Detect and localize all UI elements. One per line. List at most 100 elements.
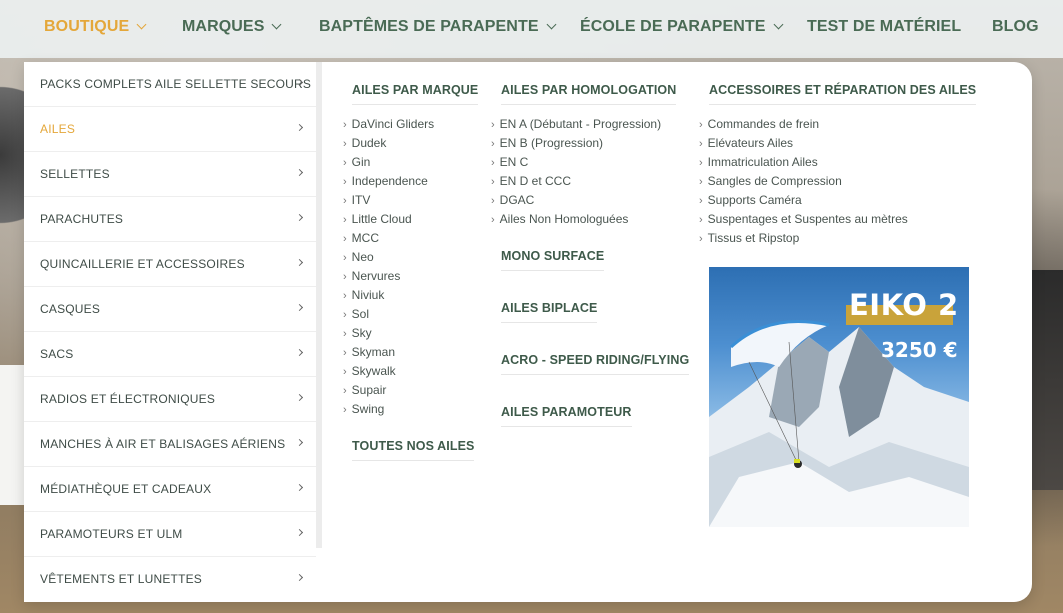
chevron-right-icon: › bbox=[343, 214, 347, 226]
category-label: PARACHUTES bbox=[40, 212, 124, 226]
homolog-item[interactable]: › Ailes Non Homologuées bbox=[491, 210, 661, 229]
chevron-right-icon: › bbox=[343, 385, 347, 397]
nav-boutique[interactable]: BOUTIQUE bbox=[44, 18, 147, 36]
category-mediatheque[interactable]: MÉDIATHÈQUE ET CADEAUX bbox=[24, 467, 316, 512]
brand-item[interactable]: › Swing bbox=[343, 400, 434, 419]
homolog-item[interactable]: › EN A (Débutant - Progression) bbox=[491, 115, 661, 134]
chevron-right-icon: › bbox=[699, 214, 703, 226]
brand-item[interactable]: › ITV bbox=[343, 191, 434, 210]
chevron-right-icon: › bbox=[343, 404, 347, 416]
promo-banner-eiko2[interactable]: EIKO 2 3250 € bbox=[709, 267, 969, 527]
brand-item[interactable]: › Sky bbox=[343, 324, 434, 343]
category-list: PACKS COMPLETS AILE SELLETTE SECOURS AIL… bbox=[24, 62, 316, 602]
chevron-right-icon: › bbox=[343, 157, 347, 169]
chevron-down-icon bbox=[272, 19, 282, 30]
brand-item[interactable]: › Neo bbox=[343, 248, 434, 267]
col-brand-title[interactable]: AILES PAR MARQUE bbox=[352, 83, 479, 105]
brand-item[interactable]: › Sol bbox=[343, 305, 434, 324]
homolog-item-label: DGAC bbox=[499, 193, 535, 207]
accessory-item[interactable]: › Commandes de frein bbox=[699, 115, 908, 134]
col-homolog-title[interactable]: AILES PAR HOMOLOGATION bbox=[501, 83, 677, 105]
chevron-right-icon bbox=[295, 528, 304, 537]
brand-list: › DaVinci Gliders › Dudek › Gin › Independen… bbox=[343, 115, 434, 419]
nav-test-materiel[interactable]: TEST DE MATÉRIEL bbox=[807, 18, 961, 36]
accessory-item[interactable]: › Elévateurs Ailes bbox=[699, 134, 908, 153]
accessory-item[interactable]: › Suspentages et Suspentes au mètres bbox=[699, 210, 908, 229]
chevron-right-icon: › bbox=[343, 328, 347, 340]
chevron-right-icon bbox=[295, 213, 304, 222]
accessory-item[interactable]: › Supports Caméra bbox=[699, 191, 908, 210]
accessory-item-label: Commandes de frein bbox=[707, 117, 820, 131]
category-packs[interactable]: PACKS COMPLETS AILE SELLETTE SECOURS bbox=[24, 62, 316, 107]
chevron-right-icon: › bbox=[699, 157, 703, 169]
accessory-item-label: Supports Caméra bbox=[707, 193, 802, 207]
category-vetements[interactable]: VÊTEMENTS ET LUNETTES bbox=[24, 557, 316, 602]
category-radios[interactable]: RADIOS ET ÉLECTRONIQUES bbox=[24, 377, 316, 422]
brand-item[interactable]: › Dudek bbox=[343, 134, 434, 153]
nav-boutique-label: BOUTIQUE bbox=[44, 18, 130, 35]
brand-item[interactable]: › Little Cloud bbox=[343, 210, 434, 229]
nav-ecole[interactable]: ÉCOLE DE PARAPENTE bbox=[580, 18, 783, 36]
homolog-list: › EN A (Débutant - Progression) › EN B (Pr… bbox=[491, 115, 661, 229]
all-wings-link[interactable]: TOUTES NOS AILES bbox=[352, 439, 475, 461]
chevron-right-icon: › bbox=[343, 347, 347, 359]
brand-item[interactable]: › Skyman bbox=[343, 343, 434, 362]
category-manches[interactable]: MANCHES À AIR ET BALISAGES AÉRIENS bbox=[24, 422, 316, 467]
col-accessories-title[interactable]: ACCESSOIRES ET RÉPARATION DES AILES bbox=[709, 83, 977, 105]
category-casques[interactable]: CASQUES bbox=[24, 287, 316, 332]
homolog-item[interactable]: › EN B (Progression) bbox=[491, 134, 661, 153]
chevron-right-icon: › bbox=[343, 366, 347, 378]
brand-item[interactable]: › DaVinci Gliders bbox=[343, 115, 434, 134]
brand-item[interactable]: › Supair bbox=[343, 381, 434, 400]
homolog-item[interactable]: › EN C bbox=[491, 153, 661, 172]
biplace-link[interactable]: AILES BIPLACE bbox=[501, 301, 598, 323]
chevron-right-icon: › bbox=[343, 233, 347, 245]
homolog-item-label: EN A (Débutant - Progression) bbox=[499, 117, 662, 131]
chevron-down-icon bbox=[773, 19, 783, 30]
promo-title: EIKO 2 bbox=[849, 288, 959, 322]
brand-item[interactable]: › Skywalk bbox=[343, 362, 434, 381]
nav-blog[interactable]: BLOG bbox=[992, 18, 1039, 36]
brand-item-label: Gin bbox=[351, 155, 371, 169]
category-label: AILES bbox=[40, 122, 76, 136]
brand-item[interactable]: › Gin bbox=[343, 153, 434, 172]
category-sacs[interactable]: SACS bbox=[24, 332, 316, 377]
paramoteur-link[interactable]: AILES PARAMOTEUR bbox=[501, 405, 632, 427]
homolog-item-label: Ailes Non Homologuées bbox=[499, 212, 629, 226]
brand-item[interactable]: › Nervures bbox=[343, 267, 434, 286]
accessory-item[interactable]: › Tissus et Ripstop bbox=[699, 229, 908, 248]
category-sellettes[interactable]: SELLETTES bbox=[24, 152, 316, 197]
chevron-right-icon: › bbox=[343, 176, 347, 188]
mono-surface-link[interactable]: MONO SURFACE bbox=[501, 249, 605, 271]
acro-link[interactable]: ACRO - SPEED RIDING/FLYING bbox=[501, 353, 690, 375]
category-scrollbar[interactable] bbox=[316, 62, 322, 548]
accessory-item-label: Suspentages et Suspentes au mètres bbox=[707, 212, 908, 226]
brand-item-label: Dudek bbox=[351, 136, 387, 150]
brand-item[interactable]: › Niviuk bbox=[343, 286, 434, 305]
accessory-item[interactable]: › Sangles de Compression bbox=[699, 172, 908, 191]
brand-item[interactable]: › MCC bbox=[343, 229, 434, 248]
category-quincaillerie[interactable]: QUINCAILLERIE ET ACCESSOIRES bbox=[24, 242, 316, 287]
nav-marques[interactable]: MARQUES bbox=[182, 18, 282, 36]
category-label: SACS bbox=[40, 347, 74, 361]
brand-item-label: Neo bbox=[351, 250, 374, 264]
brand-item-label: ITV bbox=[351, 193, 371, 207]
homolog-item-label: EN B (Progression) bbox=[499, 136, 604, 150]
brand-item[interactable]: › Independence bbox=[343, 172, 434, 191]
homolog-item[interactable]: › EN D et CCC bbox=[491, 172, 661, 191]
accessory-item-label: Tissus et Ripstop bbox=[707, 231, 800, 245]
accessory-item[interactable]: › Immatriculation Ailes bbox=[699, 153, 908, 172]
chevron-right-icon: › bbox=[343, 138, 347, 150]
category-label: PACKS COMPLETS AILE SELLETTE SECOURS bbox=[40, 77, 312, 91]
category-paramoteurs[interactable]: PARAMOTEURS ET ULM bbox=[24, 512, 316, 557]
category-label: PARAMOTEURS ET ULM bbox=[40, 527, 183, 541]
nav-baptemes[interactable]: BAPTÊMES DE PARAPENTE bbox=[319, 18, 557, 36]
top-navigation: BOUTIQUE MARQUES BAPTÊMES DE PARAPENTE É… bbox=[0, 0, 1063, 58]
category-label: MÉDIATHÈQUE ET CADEAUX bbox=[40, 482, 212, 496]
nav-ecole-label: ÉCOLE DE PARAPENTE bbox=[580, 18, 766, 35]
brand-item-label: Nervures bbox=[351, 269, 401, 283]
homolog-item[interactable]: › DGAC bbox=[491, 191, 661, 210]
category-ailes[interactable]: AILES bbox=[24, 107, 316, 152]
category-parachutes[interactable]: PARACHUTES bbox=[24, 197, 316, 242]
category-label: RADIOS ET ÉLECTRONIQUES bbox=[40, 392, 216, 406]
